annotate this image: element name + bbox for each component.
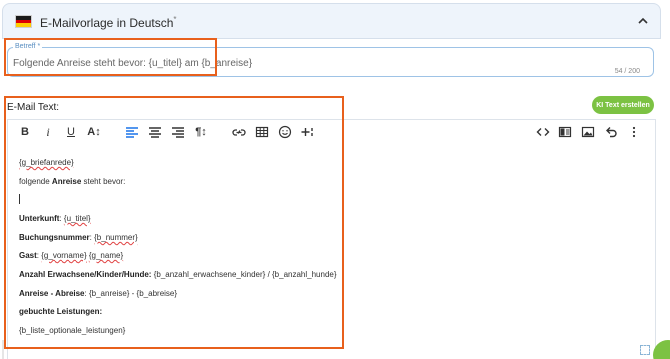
body-highlight-box	[4, 96, 344, 349]
subject-highlight-box	[4, 38, 217, 76]
accordion-header[interactable]: E-Mailvorlage in Deutsch*	[2, 3, 661, 39]
subject-char-counter: 54 / 200	[614, 68, 640, 75]
ai-generate-button[interactable]: KI Text erstellen	[592, 96, 654, 114]
more-vertical-icon[interactable]	[626, 124, 642, 140]
undo-icon[interactable]	[603, 124, 619, 140]
scrollbar-track	[2, 340, 4, 359]
code-icon[interactable]	[535, 124, 551, 140]
image-icon[interactable]	[580, 124, 596, 140]
resize-handle-icon[interactable]	[640, 345, 650, 355]
accordion-title: E-Mailvorlage in Deutsch*	[40, 15, 177, 30]
german-flag-icon	[15, 15, 32, 28]
chevron-up-icon[interactable]	[636, 14, 650, 28]
blocks-icon[interactable]	[557, 124, 573, 140]
